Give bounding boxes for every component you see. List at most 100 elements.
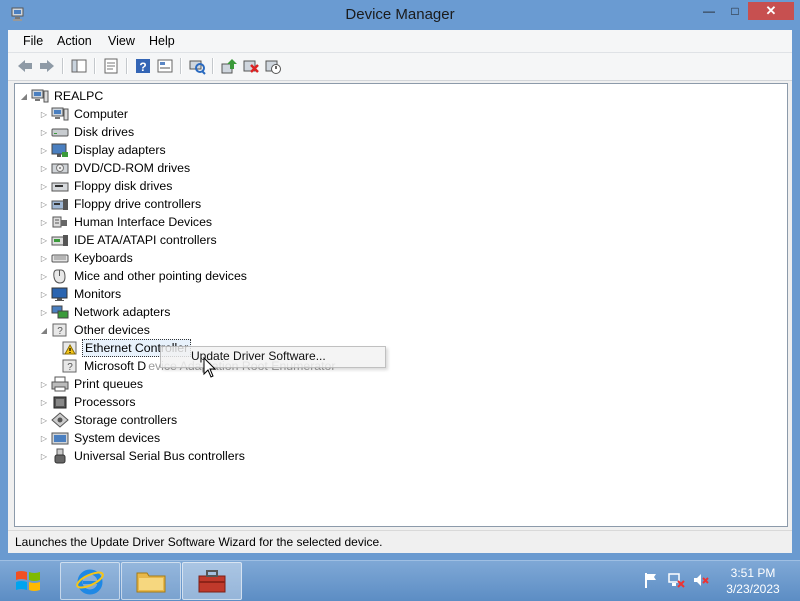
dvd-drive-icon [51,160,69,176]
taskbar-device-manager[interactable] [182,562,242,600]
processor-icon [51,394,69,410]
taskbar-internet-explorer[interactable] [60,562,120,600]
system-tray [640,571,718,591]
expand-arrow-icon[interactable]: ▷ [39,375,49,393]
taskbar-file-explorer[interactable] [121,562,181,600]
tree-category-mice-and-other-pointing-devices[interactable]: ▷ Mice and other pointing devices [39,267,249,285]
toolbar-separator [62,58,64,74]
collapse-arrow-icon[interactable]: ◢ [19,87,29,105]
close-button[interactable]: ✕ [748,2,794,20]
usb-icon [51,448,69,464]
expand-arrow-icon[interactable]: ▷ [39,429,49,447]
properties-icon[interactable] [102,57,120,75]
expand-arrow-icon[interactable]: ▷ [39,177,49,195]
window-client-area: File Action View Help ? ◢ REALPC ▷ Compu… [8,30,792,553]
file-explorer-icon [136,572,166,593]
back-icon[interactable] [16,57,34,75]
toolbar-separator [180,58,182,74]
expand-arrow-icon[interactable]: ▷ [39,123,49,141]
tree-category-storage-controllers[interactable]: ▷ Storage controllers [39,411,179,429]
category-label: System devices [74,431,161,445]
tree-category-floppy-disk-drives[interactable]: ▷ Floppy disk drives [39,177,174,195]
toolbar: ? [8,53,792,81]
category-label: Other devices [74,323,150,337]
uninstall-icon[interactable] [242,57,260,75]
tree-root[interactable]: ◢ REALPC [19,87,105,105]
storage-controller-icon [51,412,69,428]
expand-arrow-icon[interactable]: ▷ [39,159,49,177]
minimize-button[interactable]: — [696,2,722,20]
expand-arrow-icon[interactable]: ▷ [39,249,49,267]
menu-file[interactable]: File [19,33,47,49]
expand-arrow-icon[interactable]: ▷ [39,231,49,249]
tree-root-label: REALPC [54,89,104,103]
clock-date: 3/23/2023 [726,582,780,596]
tree-category-floppy-drive-controllers[interactable]: ▷ Floppy drive controllers [39,195,203,213]
tree-category-ide-ata-atapi-controllers[interactable]: ▷ IDE ATA/ATAPI controllers [39,231,219,249]
clock[interactable]: 3:51 PM 3/23/2023 [718,565,788,597]
category-label: Monitors [74,287,122,301]
view-icon[interactable] [156,57,174,75]
warning-device-icon [61,340,79,356]
expand-arrow-icon[interactable]: ▷ [39,447,49,465]
title-bar[interactable]: Device Manager — □ ✕ [0,0,800,30]
tree-category-computer[interactable]: ▷ Computer [39,105,130,123]
network-icon[interactable] [667,571,685,589]
printer-icon [51,376,69,392]
tree-category-universal-serial-bus-controllers[interactable]: ▷ Universal Serial Bus controllers [39,447,247,465]
tree-category-network-adapters[interactable]: ▷ Network adapters [39,303,172,321]
disable-icon[interactable] [264,57,282,75]
help-icon[interactable]: ? [134,57,152,75]
tree-category-keyboards[interactable]: ▷ Keyboards [39,249,135,267]
expand-arrow-icon[interactable]: ▷ [39,303,49,321]
toolbox-icon [198,570,226,593]
category-label: Disk drives [74,125,135,139]
expand-arrow-icon[interactable]: ▷ [39,411,49,429]
expand-arrow-icon[interactable]: ▷ [39,285,49,303]
tree-category-monitors[interactable]: ▷ Monitors [39,285,123,303]
volume-muted-icon[interactable] [692,571,710,589]
internet-explorer-icon [76,569,104,595]
scan-hardware-icon[interactable] [188,57,206,75]
device-manager-window: Device Manager — □ ✕ File Action View He… [0,0,800,560]
tree-category-processors[interactable]: ▷ Processors [39,393,138,411]
status-bar: Launches the Update Driver Software Wiza… [8,530,792,553]
tree-category-human-interface-devices[interactable]: ▷ Human Interface Devices [39,213,214,231]
svg-text:?: ? [67,362,73,373]
collapse-arrow-icon[interactable]: ◢ [39,321,49,339]
console-tree-icon[interactable] [70,57,88,75]
expand-arrow-icon[interactable]: ▷ [39,195,49,213]
tree-category-dvd-cd-rom-drives[interactable]: ▷ DVD/CD-ROM drives [39,159,192,177]
mouse-icon [51,268,69,284]
action-center-flag-icon[interactable] [642,571,660,589]
start-button[interactable] [6,565,50,597]
tree-category-print-queues[interactable]: ▷ Print queues [39,375,145,393]
expand-arrow-icon[interactable]: ▷ [39,213,49,231]
category-label: Network adapters [74,305,171,319]
update-driver-icon[interactable] [220,57,238,75]
expand-arrow-icon[interactable]: ▷ [39,267,49,285]
monitor-icon [51,286,69,302]
category-label: Storage controllers [74,413,178,427]
svg-text:?: ? [139,60,146,74]
expand-arrow-icon[interactable]: ▷ [39,141,49,159]
clock-time: 3:51 PM [730,566,776,580]
expand-arrow-icon[interactable]: ▷ [39,393,49,411]
svg-text:?: ? [57,326,63,337]
tree-category-display-adapters[interactable]: ▷ Display adapters [39,141,168,159]
tree-category-disk-drives[interactable]: ▷ Disk drives [39,123,136,141]
category-label: Human Interface Devices [74,215,213,229]
menu-action[interactable]: Action [53,33,96,49]
menu-help[interactable]: Help [145,33,179,49]
tree-category-system-devices[interactable]: ▷ System devices [39,429,162,447]
disk-drive-icon [51,124,69,140]
unknown-device-icon: ? [61,358,79,374]
expand-arrow-icon[interactable]: ▷ [39,105,49,123]
tree-category-other-devices[interactable]: ◢? Other devices [39,321,152,339]
toolbar-separator [126,58,128,74]
maximize-button[interactable]: □ [722,2,748,20]
forward-icon[interactable] [38,57,56,75]
menu-view[interactable]: View [104,33,139,49]
unknown-device-icon: ? [51,322,69,338]
category-label: Floppy disk drives [74,179,173,193]
